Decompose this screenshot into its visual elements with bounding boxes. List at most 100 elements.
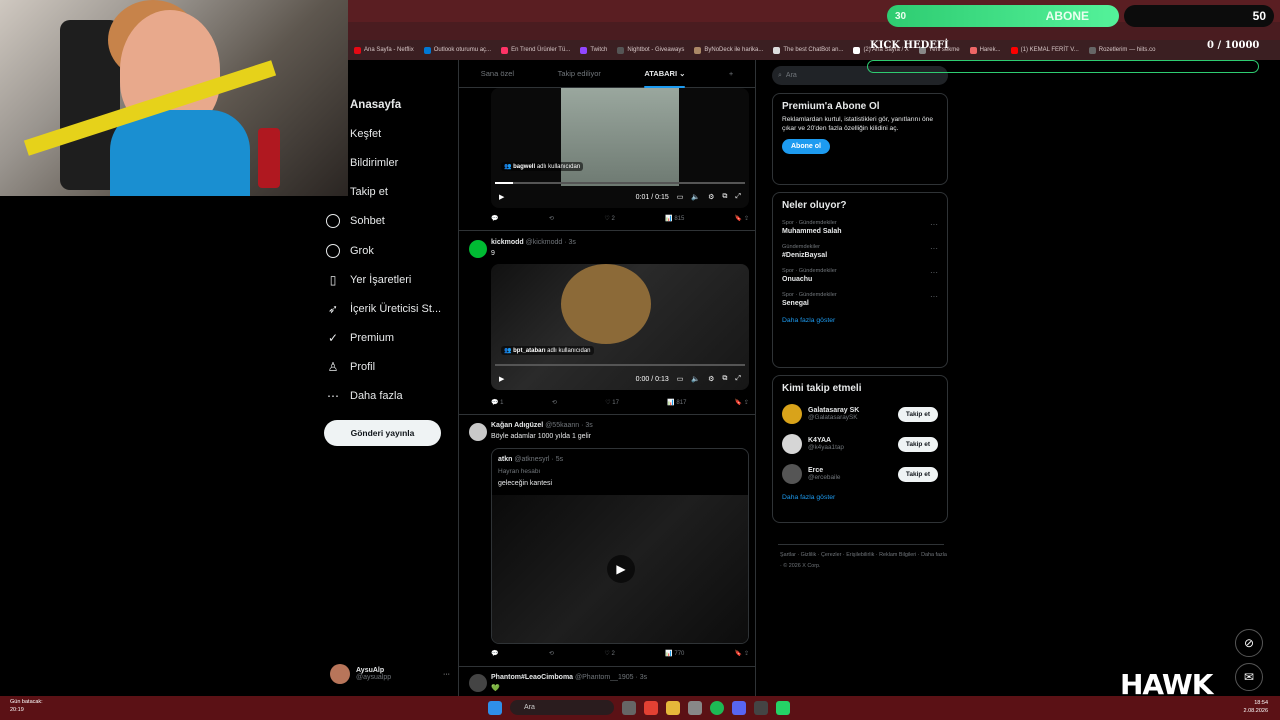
- sidebar-item-bildirimler[interactable]: Bildirimler: [326, 148, 456, 177]
- play-icon[interactable]: ▶: [499, 375, 504, 383]
- follow-suggestion[interactable]: Erce @ercebaile Takip et: [782, 464, 938, 484]
- bookmark-item[interactable]: Nightbot - Giveaways: [617, 46, 684, 54]
- author-name[interactable]: kickmodd: [491, 239, 524, 246]
- taskbar-search[interactable]: Ara: [510, 700, 614, 715]
- captions-icon[interactable]: ▭: [677, 193, 684, 201]
- views-button[interactable]: 📊 817: [667, 399, 686, 406]
- trend-item[interactable]: Spor · Gündemdekiler Senegal ···: [782, 292, 938, 307]
- like-button[interactable]: ♡ 17: [605, 399, 619, 406]
- subscribe-button[interactable]: Abone ol: [782, 139, 830, 155]
- more-dots-icon[interactable]: ···: [930, 244, 938, 253]
- footer-links[interactable]: Şartlar · Gizlilik · Çerezler · Erişileb…: [780, 550, 950, 572]
- settings-icon[interactable]: ⚙: [708, 193, 714, 201]
- grok-icon[interactable]: ⊘: [1235, 629, 1263, 657]
- follow-button[interactable]: Takip et: [897, 436, 938, 452]
- post1-video[interactable]: 👥 bagwell adlı kullanıcıdan ▶ 0:01 / 0:1…: [491, 88, 749, 208]
- trend-item[interactable]: Gündemdekiler #DenizBaysal ···: [782, 244, 938, 259]
- trend-item[interactable]: Spor · Gündemdekiler Muhammed Salah ···: [782, 220, 938, 235]
- add-tab-icon[interactable]: +: [729, 69, 733, 78]
- account-switcher[interactable]: AysuAlp @aysualpp ···: [330, 662, 450, 686]
- repost-icon[interactable]: ⟲: [549, 650, 554, 657]
- obs-icon[interactable]: [754, 700, 768, 715]
- pip-icon[interactable]: ⧉: [722, 193, 727, 201]
- show-more-follow-link[interactable]: Daha fazla göster: [782, 494, 938, 501]
- repost-icon[interactable]: ⟲: [552, 399, 557, 406]
- file-explorer-icon[interactable]: [666, 700, 680, 715]
- trend-item[interactable]: Spor · Gündemdekiler Onuachu ···: [782, 268, 938, 283]
- tab-atabari[interactable]: ATABARI ⌄: [644, 69, 686, 88]
- video-progress[interactable]: [495, 364, 745, 366]
- tab-for-you[interactable]: Sana özel: [481, 69, 514, 78]
- like-button[interactable]: ♡ 2: [604, 650, 614, 657]
- messages-icon[interactable]: ✉: [1235, 663, 1263, 691]
- quoted-post[interactable]: atkn @atknesyrl · 5s Hayran hesabı gelec…: [491, 448, 749, 644]
- play-icon[interactable]: ▶: [499, 193, 504, 201]
- captions-icon[interactable]: ▭: [677, 375, 684, 383]
- spotify-icon[interactable]: [710, 700, 724, 715]
- weather-widget[interactable]: Gün batacak: 20:19: [10, 699, 43, 714]
- play-icon[interactable]: ▶: [607, 555, 635, 583]
- store-icon[interactable]: [688, 700, 702, 715]
- bookmark-item[interactable]: Outlook oturumu aç...: [423, 46, 491, 54]
- reply-icon[interactable]: 💬: [491, 650, 498, 657]
- bookmark-icon[interactable]: 🔖 ⇪: [735, 215, 749, 222]
- bookmark-item[interactable]: Rozetlerim — hiits.co: [1088, 46, 1155, 54]
- pip-icon[interactable]: ⧉: [722, 375, 727, 383]
- task-view-icon[interactable]: [622, 700, 636, 715]
- follow-button[interactable]: Takip et: [897, 466, 938, 482]
- sidebar-item-grok[interactable]: Grok: [326, 236, 456, 265]
- sidebar-item-daha-fazla[interactable]: ⋯ Daha fazla: [326, 382, 456, 411]
- sidebar-item-profil[interactable]: ♙ Profil: [326, 353, 456, 382]
- bookmark-item[interactable]: (1) KEMAL FERİT V...: [1010, 46, 1079, 54]
- more-dots-icon[interactable]: ···: [930, 292, 938, 301]
- avatar[interactable]: [469, 674, 487, 692]
- reply-icon[interactable]: 💬: [491, 215, 498, 222]
- more-dots-icon[interactable]: ···: [443, 671, 450, 678]
- sidebar-item-anasayfa[interactable]: Anasayfa: [326, 90, 456, 119]
- views-button[interactable]: 📊 770: [665, 650, 684, 657]
- bookmark-item[interactable]: En Trend Ürünler Tü...: [501, 46, 570, 54]
- fullscreen-icon[interactable]: ⤢: [735, 193, 741, 201]
- bookmark-item[interactable]: Harek...: [969, 46, 1001, 54]
- author-name[interactable]: Kağan Adıgüzel: [491, 422, 543, 429]
- discord-icon[interactable]: [732, 700, 746, 715]
- settings-icon[interactable]: ⚙: [708, 375, 714, 383]
- views-button[interactable]: 📊 815: [665, 215, 684, 222]
- sidebar-item-yer-i-aretleri[interactable]: ▯ Yer İşaretleri: [326, 265, 456, 294]
- sidebar-item-sohbet[interactable]: Sohbet: [326, 207, 456, 236]
- avatar[interactable]: [469, 240, 487, 258]
- bookmark-item[interactable]: Twitch: [580, 46, 607, 54]
- more-dots-icon[interactable]: ···: [930, 220, 938, 229]
- more-dots-icon[interactable]: ···: [930, 268, 938, 277]
- volume-icon[interactable]: 🔈: [691, 193, 700, 201]
- windows-start-icon[interactable]: [488, 700, 502, 715]
- reply-button[interactable]: 💬 1: [491, 399, 503, 406]
- repost-icon[interactable]: ⟲: [549, 215, 554, 222]
- show-more-trends-link[interactable]: Daha fazla göster: [782, 317, 938, 324]
- tab-following[interactable]: Takip ediliyor: [558, 69, 601, 78]
- follow-suggestion[interactable]: Galatasaray SK @GalatasaraySK Takip et: [782, 404, 938, 424]
- bookmark-item[interactable]: ByNoDeck ile harika...: [694, 46, 763, 54]
- bookmark-item[interactable]: Ana Sayfa - Netflix: [354, 46, 414, 54]
- sidebar-item-premium[interactable]: ✓ Premium: [326, 324, 456, 353]
- chrome-icon[interactable]: [644, 700, 658, 715]
- follow-suggestion[interactable]: K4YAA @k4yaa1tap Takip et: [782, 434, 938, 454]
- volume-icon[interactable]: 🔈: [691, 375, 700, 383]
- quote-video[interactable]: ▶: [492, 495, 748, 643]
- fullscreen-icon[interactable]: ⤢: [735, 375, 741, 383]
- bookmark-item[interactable]: The best ChatBot an...: [773, 46, 843, 54]
- bookmark-icon[interactable]: 🔖 ⇪: [735, 399, 749, 406]
- video-progress[interactable]: [495, 182, 745, 184]
- sidebar-item-takip-et[interactable]: Takip et: [326, 178, 456, 207]
- like-button[interactable]: ♡ 2: [604, 215, 614, 222]
- sidebar-item-ke-fet[interactable]: Keşfet: [326, 119, 456, 148]
- post-button[interactable]: Gönderi yayınla: [324, 420, 441, 446]
- sidebar-item-i-erik-reticisi-st-[interactable]: ➶ İçerik Üreticisi St...: [326, 294, 456, 323]
- avatar[interactable]: [469, 423, 487, 441]
- author-name[interactable]: Phantom#LeaoCimboma: [491, 674, 573, 681]
- post2-video[interactable]: 👥 bpt_atabarı adlı kullanıcıdan ▶ 0:00 /…: [491, 264, 749, 390]
- whatsapp-icon[interactable]: [776, 700, 790, 715]
- follow-button[interactable]: Takip et: [897, 406, 938, 422]
- system-clock[interactable]: 18:54 2.08.2026: [1244, 700, 1268, 715]
- bookmark-icon[interactable]: 🔖 ⇪: [735, 650, 749, 657]
